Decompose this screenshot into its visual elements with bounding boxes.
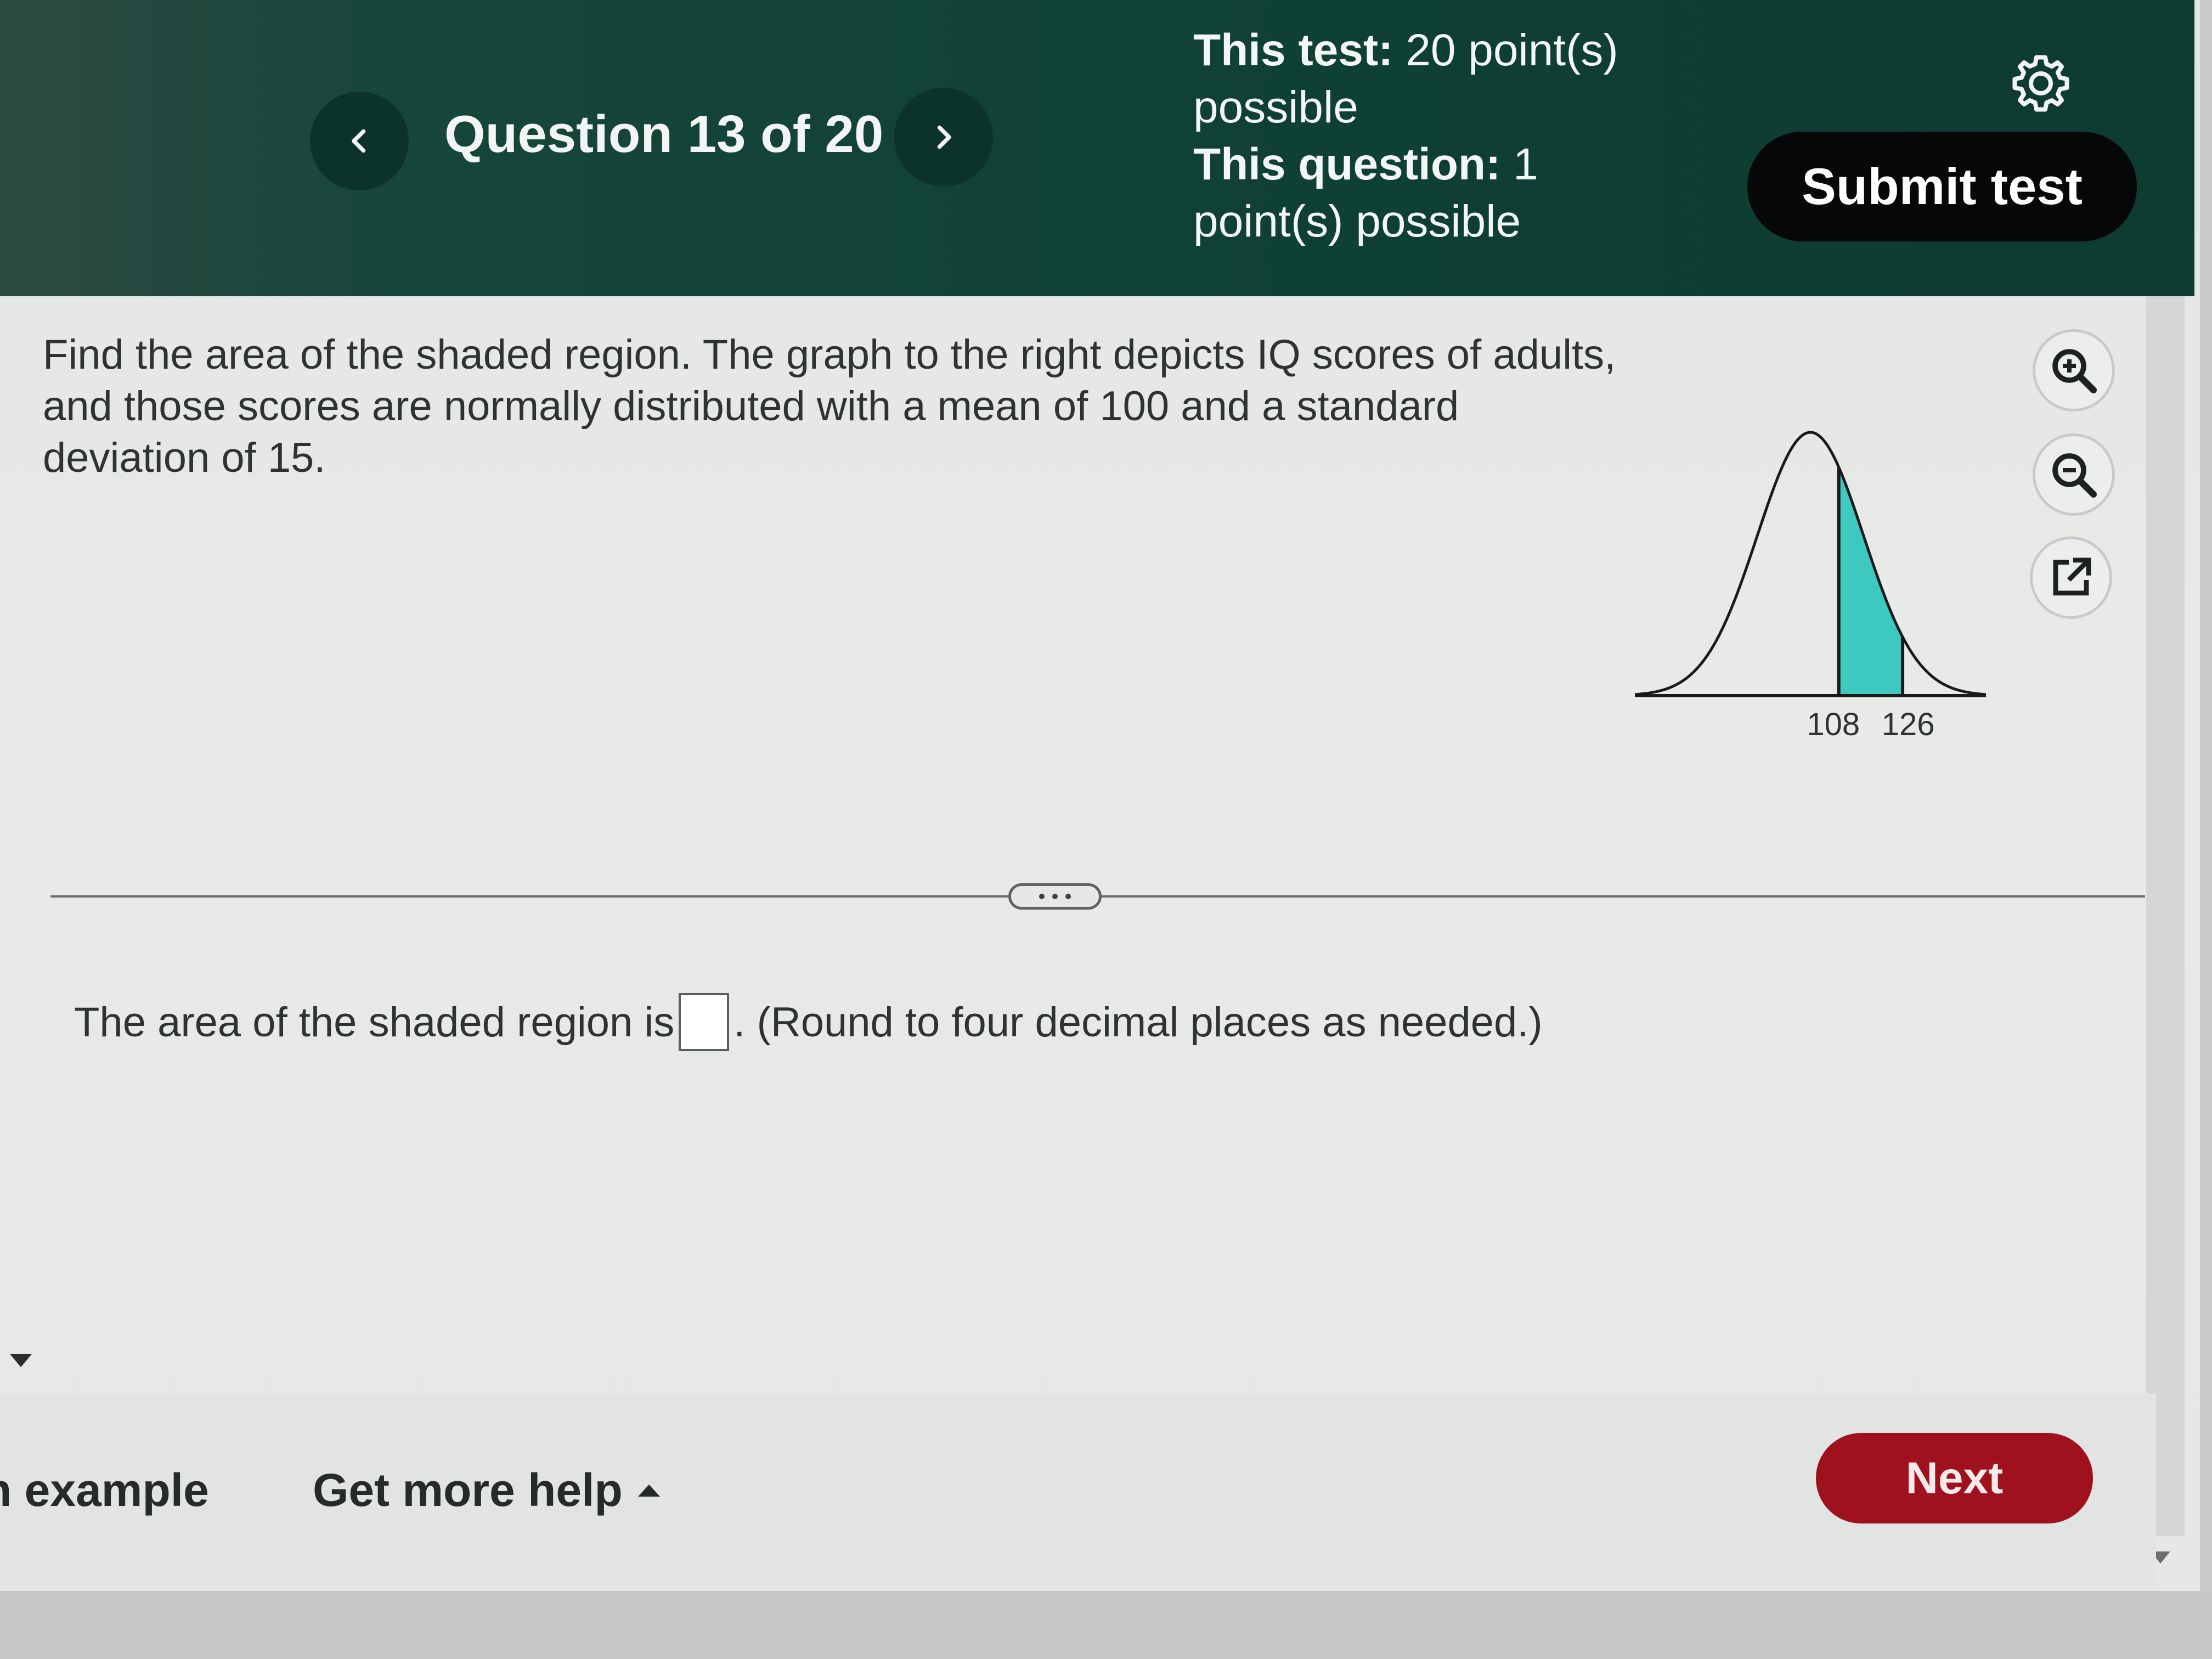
popout-button[interactable]: [2030, 537, 2112, 619]
question-header: Question 13 of 20 This test: 20 point(s)…: [0, 0, 2194, 296]
shaded-region: [1838, 467, 1903, 696]
question-points: This question: 1 point(s) possible: [1193, 136, 1687, 250]
get-more-help-button[interactable]: Get more help: [313, 1464, 660, 1517]
points-info: This test: 20 point(s) possible This que…: [1193, 22, 1687, 250]
caret-up-icon: [637, 1484, 660, 1497]
desk-background: [0, 1591, 2212, 1659]
chevron-left-icon: [352, 129, 366, 153]
chevron-right-icon: [937, 125, 951, 149]
app-screen: Question 13 of 20 This test: 20 point(s)…: [0, 0, 2200, 1659]
question-title: Question 13 of 20: [444, 105, 884, 163]
caret-down-icon[interactable]: [10, 1354, 32, 1367]
submit-test-button[interactable]: Submit test: [1747, 132, 2137, 241]
next-button[interactable]: Next: [1816, 1433, 2093, 1523]
handle-dot: [1052, 894, 1058, 899]
answer-line: The area of the shaded region is . (Roun…: [74, 993, 1720, 1051]
tick-label-126: 126: [1882, 707, 1935, 742]
test-points-label: This test:: [1193, 25, 1393, 75]
bell-curve: [1634, 431, 1987, 696]
question-points-label: This question:: [1193, 139, 1501, 189]
gear-icon[interactable]: [2008, 50, 2074, 116]
zoom-in-button[interactable]: [2033, 329, 2115, 411]
zoom-out-button[interactable]: [2033, 433, 2115, 516]
test-points: This test: 20 point(s) possible: [1193, 22, 1687, 136]
question-text: Find the area of the shaded region. The …: [43, 331, 1616, 481]
get-more-help-label: Get more help: [313, 1464, 623, 1516]
similar-example-link[interactable]: n example: [0, 1464, 209, 1517]
divider-resize-handle[interactable]: [1008, 883, 1102, 910]
answer-suffix: . (Round to four decimal places as neede…: [733, 998, 1543, 1046]
handle-dot: [1065, 894, 1071, 899]
zoom-in-icon: [2052, 349, 2097, 393]
normal-distribution-graph: 108 126: [1634, 431, 1987, 742]
next-question-button[interactable]: [894, 88, 993, 187]
tick-label-108: 108: [1807, 707, 1860, 742]
popout-icon: [2053, 557, 2091, 596]
handle-dot: [1039, 894, 1045, 899]
answer-input[interactable]: [679, 993, 730, 1051]
right-scrollbar[interactable]: [2146, 296, 2185, 1536]
zoom-out-icon: [2052, 453, 2097, 498]
previous-question-button[interactable]: [310, 92, 409, 190]
answer-prefix: The area of the shaded region is: [74, 998, 675, 1046]
